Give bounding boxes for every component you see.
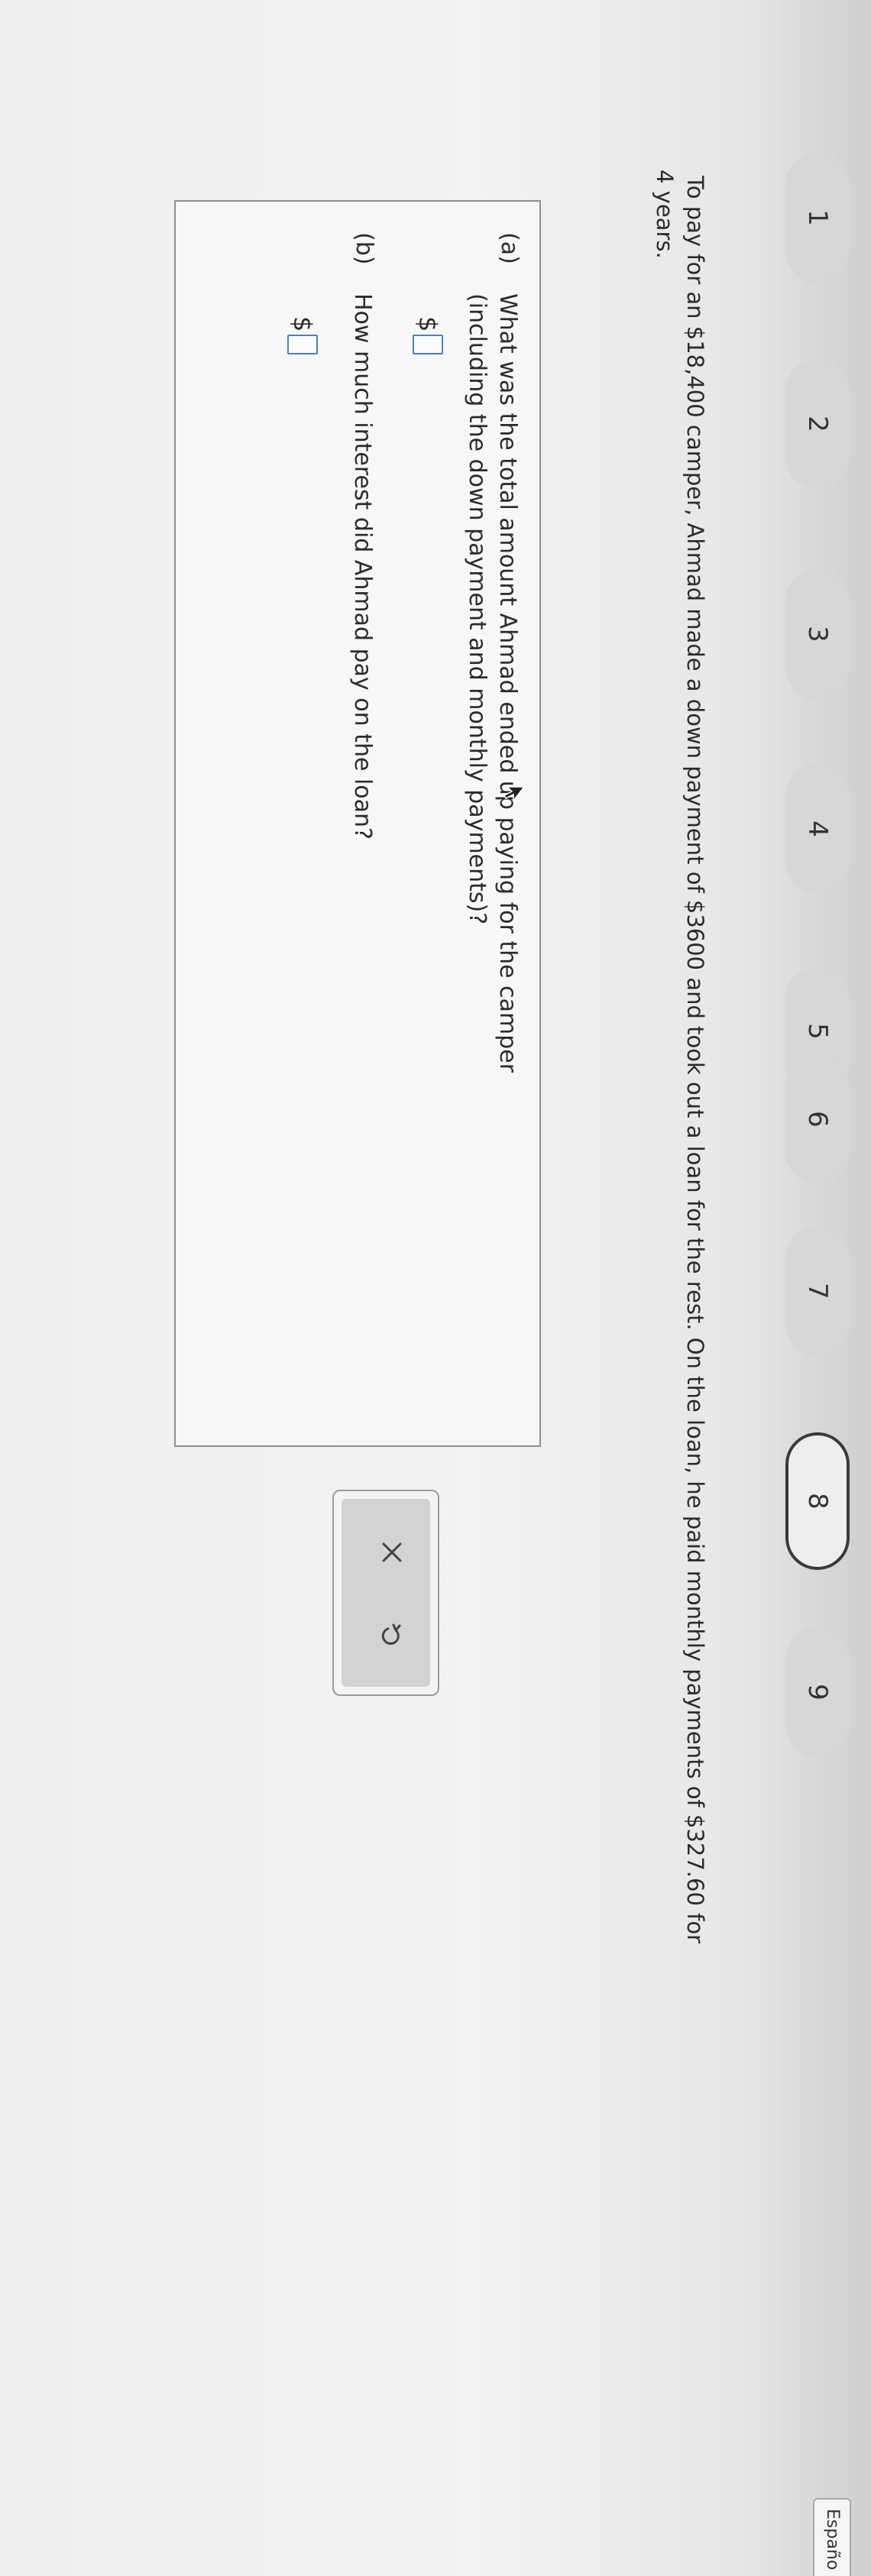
screenshot-canvas: 1 2 3 4 5 6 7 8 9 Españo To pay for an $… [0, 0, 871, 2576]
problem-line-1: To pay for an $18,400 camper, Ahmad made… [682, 176, 708, 1943]
part-b-label: (b) [351, 232, 377, 265]
part-a-question: What was the total amount Ahmad ended up… [461, 293, 523, 1363]
language-link[interactable]: Españo [813, 2498, 851, 2576]
step-9-button[interactable]: 9 [785, 1627, 850, 1757]
question-box: (a) What was the total amount Ahmad ende… [174, 200, 541, 1447]
assignment-page: 1 2 3 4 5 6 7 8 9 Españo To pay for an $… [0, 0, 871, 2576]
step-1-button[interactable]: 1 [785, 153, 850, 283]
part-a-currency: $ [413, 316, 442, 332]
part-a-label: (a) [496, 232, 523, 264]
part-a-answer: $ [413, 316, 443, 355]
part-a-line-1: What was the total amount Ahmad ended up… [494, 293, 521, 1073]
undo-button[interactable] [369, 1613, 415, 1659]
part-b-question: How much interest did Ahmad pay on the l… [349, 293, 376, 840]
problem-line-2: 4 years. [652, 170, 678, 259]
x-icon [382, 1542, 402, 1562]
step-3-button[interactable]: 3 [785, 569, 850, 699]
step-2-button[interactable]: 2 [785, 359, 850, 489]
part-b-input[interactable] [287, 335, 318, 355]
part-a-input[interactable] [413, 335, 443, 355]
undo-icon [381, 1623, 401, 1645]
step-4-button[interactable]: 4 [785, 764, 850, 894]
step-7-button[interactable]: 7 [785, 1226, 850, 1356]
part-b-answer: $ [287, 316, 318, 355]
question-navigator: 1 2 3 4 5 6 7 8 9 Españo [756, 0, 871, 2576]
step-8-button[interactable]: 8 [785, 1432, 850, 1570]
answer-tools-panel [332, 1490, 439, 1696]
part-b-currency: $ [288, 316, 317, 332]
clear-button[interactable] [369, 1529, 415, 1575]
problem-statement: To pay for an $18,400 camper, Ahmad made… [649, 170, 711, 2468]
part-a-line-2: (including the down payment and monthly … [464, 293, 491, 925]
step-6-button[interactable]: 6 [785, 1054, 850, 1184]
